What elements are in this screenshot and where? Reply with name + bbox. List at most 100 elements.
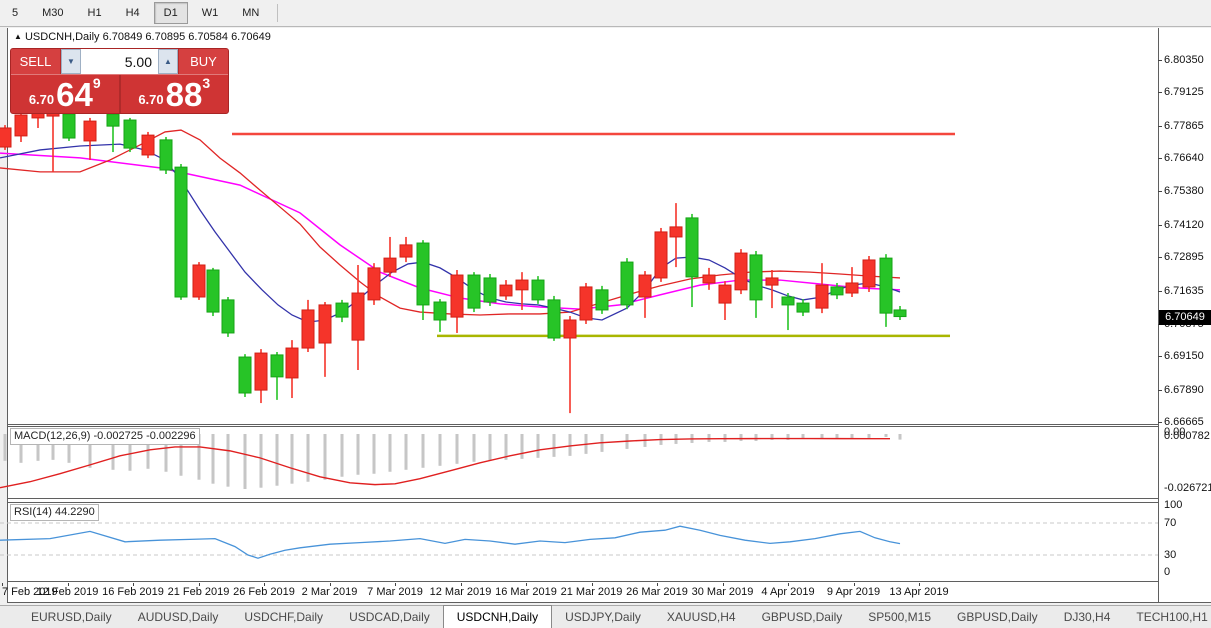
timeframe-button-5[interactable]: 5: [2, 2, 28, 24]
date-axis-label: 26 Feb 2019: [233, 586, 295, 598]
candle[interactable]: [483, 273, 497, 306]
candle[interactable]: [270, 352, 284, 400]
candle[interactable]: [62, 112, 76, 141]
date-axis-label: 12 Mar 2019: [429, 586, 492, 598]
candle[interactable]: [531, 276, 545, 304]
chart-tab-audusd[interactable]: AUDUSD,Daily: [125, 606, 232, 628]
candle[interactable]: [46, 109, 60, 172]
candle[interactable]: [351, 264, 365, 370]
candle[interactable]: [238, 354, 252, 397]
chart-tab-usdjpy[interactable]: USDJPY,Daily: [552, 606, 654, 628]
timeframe-button-w1[interactable]: W1: [192, 2, 229, 24]
candle[interactable]: [547, 295, 561, 341]
candle[interactable]: [879, 254, 893, 327]
candle[interactable]: [499, 280, 513, 300]
ohlc-values: 6.70849 6.70895 6.70584 6.70649: [102, 31, 271, 43]
timeframe-button-h4[interactable]: H4: [116, 2, 150, 24]
price-axis-label: 6.71635: [1164, 284, 1204, 297]
candle[interactable]: [620, 258, 634, 310]
candle[interactable]: [718, 281, 732, 321]
candle[interactable]: [595, 285, 609, 314]
candle[interactable]: [563, 316, 577, 414]
candle[interactable]: [433, 299, 447, 332]
candle[interactable]: [14, 112, 28, 142]
chart-tab-gbpusd[interactable]: GBPUSD,Daily: [944, 606, 1051, 628]
candle[interactable]: [893, 305, 907, 321]
volume-increase-button[interactable]: ▲: [158, 49, 178, 74]
date-axis-tick: [919, 583, 920, 586]
candle[interactable]: [106, 112, 120, 153]
price-axis-tick: [1158, 60, 1162, 61]
volume-decrease-button[interactable]: ▼: [61, 49, 81, 74]
candle[interactable]: [301, 299, 315, 353]
candle[interactable]: [221, 296, 235, 337]
candle[interactable]: [702, 267, 716, 290]
rsi-axis-label: 100: [1164, 499, 1183, 511]
buy-price-pip-digit: 3: [202, 75, 211, 91]
candle[interactable]: [174, 163, 188, 300]
candle[interactable]: [450, 270, 464, 333]
candle[interactable]: [734, 249, 748, 295]
candle[interactable]: [685, 213, 699, 308]
candle[interactable]: [815, 263, 829, 314]
date-axis-tick: [460, 583, 462, 586]
date-axis-label: 21 Feb 2019: [167, 586, 230, 598]
candle[interactable]: [318, 302, 332, 377]
candle[interactable]: [399, 236, 413, 263]
candle[interactable]: [638, 271, 652, 318]
buy-button[interactable]: BUY: [178, 49, 228, 74]
date-axis-label: 13 Apr 2019: [889, 586, 949, 598]
chart-tab-dj30[interactable]: DJ30,H4: [1051, 606, 1124, 628]
date-axis-label: 7 Mar 2019: [367, 586, 423, 598]
date-axis-tick: [853, 583, 855, 586]
collapse-triangle-icon[interactable]: ▲: [14, 32, 22, 41]
candle[interactable]: [654, 227, 668, 282]
candle[interactable]: [192, 262, 206, 300]
candle[interactable]: [781, 293, 795, 331]
chart-tab-tech100[interactable]: TECH100,H1: [1123, 606, 1211, 628]
chart-tab-usdchf[interactable]: USDCHF,Daily: [231, 606, 336, 628]
candle[interactable]: [367, 263, 381, 305]
chart-tab-sp500[interactable]: SP500,M15: [855, 606, 944, 628]
price-axis-tick: [1158, 290, 1162, 292]
candle[interactable]: [285, 340, 299, 399]
timeframe-button-d1[interactable]: D1: [153, 2, 188, 24]
candle[interactable]: [335, 299, 349, 323]
chart-tab-gbpusd[interactable]: GBPUSD,Daily: [749, 606, 856, 628]
timeframe-button-m30[interactable]: M30: [32, 2, 73, 24]
chart-tab-bar: EURUSD,Daily AUDUSD,Daily USDCHF,Daily USDC…: [0, 605, 1211, 628]
chart-tab-usdcnh[interactable]: USDCNH,Daily: [442, 605, 553, 628]
candle[interactable]: [206, 267, 220, 317]
rsi-axis-label: 0: [1164, 566, 1171, 578]
buy-price-button[interactable]: 6.70 88 3: [121, 75, 229, 113]
candle[interactable]: [845, 267, 859, 297]
candle[interactable]: [254, 349, 268, 404]
sell-button[interactable]: SELL: [11, 49, 61, 74]
chart-tab-usdcad[interactable]: USDCAD,Daily: [336, 606, 443, 628]
volume-input[interactable]: 5.00: [81, 49, 158, 74]
sell-price-button[interactable]: 6.70 64 9: [11, 75, 121, 113]
candle[interactable]: [83, 117, 97, 160]
chart-tab-eurusd[interactable]: EURUSD,Daily: [18, 606, 125, 628]
candle[interactable]: [123, 117, 137, 153]
timeframe-button-h1[interactable]: H1: [78, 2, 112, 24]
price-axis-tick: [1158, 125, 1162, 127]
timeframe-button-mn[interactable]: MN: [232, 2, 269, 24]
candle[interactable]: [749, 250, 763, 318]
candle[interactable]: [159, 136, 173, 174]
chart-tab-xauusd[interactable]: XAUUSD,H4: [654, 606, 749, 628]
candle[interactable]: [579, 282, 593, 324]
candle[interactable]: [467, 272, 481, 313]
date-axis-label: 12 Feb 2019: [36, 586, 99, 598]
price-axis-label: 6.74120: [1164, 218, 1204, 231]
rsi-axis-label: 30: [1164, 549, 1177, 561]
candle[interactable]: [383, 236, 397, 277]
candle[interactable]: [0, 125, 12, 150]
candle[interactable]: [141, 131, 155, 159]
candle[interactable]: [416, 240, 430, 321]
rsi-indicator-chart[interactable]: [0, 503, 1158, 581]
candle[interactable]: [796, 299, 810, 317]
candle[interactable]: [862, 255, 876, 292]
price-axis-tick: [1158, 421, 1162, 423]
main-macd-divider: [7, 424, 1159, 425]
